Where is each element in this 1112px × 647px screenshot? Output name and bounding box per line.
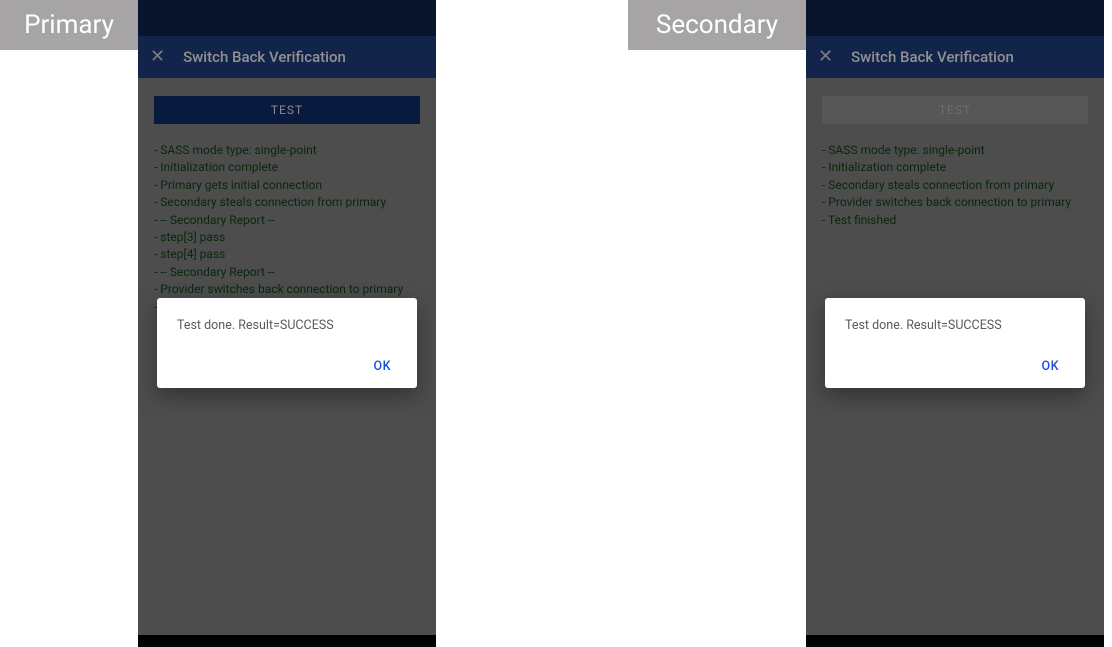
dialog-actions: OK (177, 355, 397, 378)
secondary-phone: ✕ Switch Back Verification TEST - SASS m… (806, 0, 1104, 647)
dialog-message: Test done. Result=SUCCESS (177, 318, 397, 333)
dialog-message: Test done. Result=SUCCESS (845, 318, 1065, 333)
result-dialog: Test done. Result=SUCCESS OK (157, 298, 417, 388)
dialog-actions: OK (845, 355, 1065, 378)
ok-button[interactable]: OK (1035, 355, 1065, 378)
primary-phone: ✕ Switch Back Verification TEST - SASS m… (138, 0, 436, 647)
primary-badge-label: Primary (24, 10, 114, 40)
ok-button[interactable]: OK (367, 355, 397, 378)
nav-bar (138, 635, 436, 647)
secondary-badge: Secondary (628, 0, 806, 50)
result-dialog: Test done. Result=SUCCESS OK (825, 298, 1085, 388)
secondary-badge-label: Secondary (656, 10, 778, 40)
nav-bar (806, 635, 1104, 647)
primary-badge: Primary (0, 0, 138, 50)
